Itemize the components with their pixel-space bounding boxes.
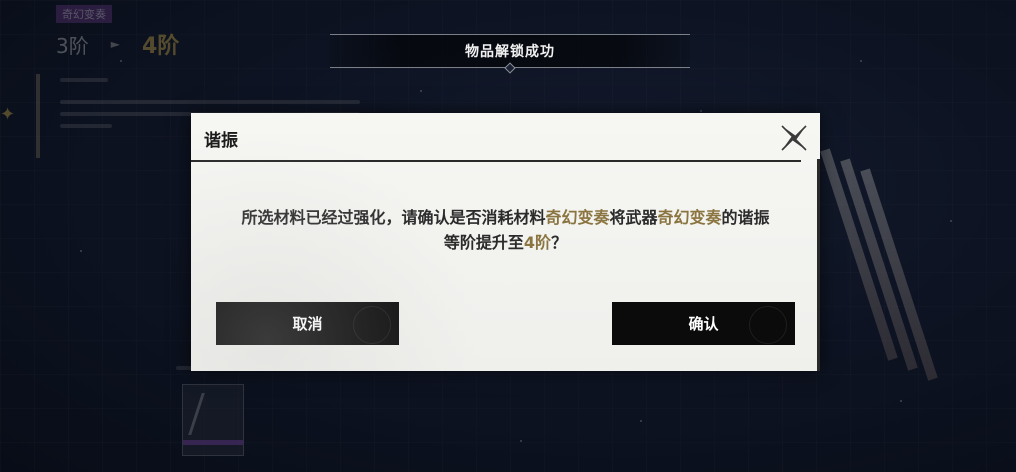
close-x-icon [781,125,807,151]
message-text: ？ [551,233,568,252]
message-text: 等阶提升至 [443,233,524,252]
message-text: 将武器 [609,208,658,227]
target-level-text: 4阶 [523,233,552,252]
dialog-message: 所选材料已经过强化，请确认是否消耗材料奇幻变奏将武器奇幻变奏的谐振 等阶提升至4… [211,205,800,255]
dialog-title: 谐振 [204,131,238,151]
cancel-button[interactable]: 取消 [216,302,399,345]
message-text: 所选材料已经过强化，请确认是否消耗材料 [241,208,546,227]
close-button[interactable] [774,118,814,158]
banner-text: 物品解锁成功 [465,44,555,60]
message-text: 的谐振 [721,208,770,227]
weapon-name: 奇幻变奏 [657,208,722,227]
cancel-label: 取消 [292,315,323,333]
unlock-notification-banner: 物品解锁成功 [330,34,690,74]
dialog-header: 谐振 [191,113,820,162]
header-divider [191,160,801,162]
resonance-confirm-dialog: 谐振 所选材料已经过强化，请确认是否消耗材料奇幻变奏将武器奇幻变奏的谐振 等阶提… [191,113,820,371]
dialog-right-edge [817,159,820,371]
confirm-label: 确认 [688,315,719,333]
confirm-button[interactable]: 确认 [612,302,795,345]
material-name: 奇幻变奏 [545,208,610,227]
